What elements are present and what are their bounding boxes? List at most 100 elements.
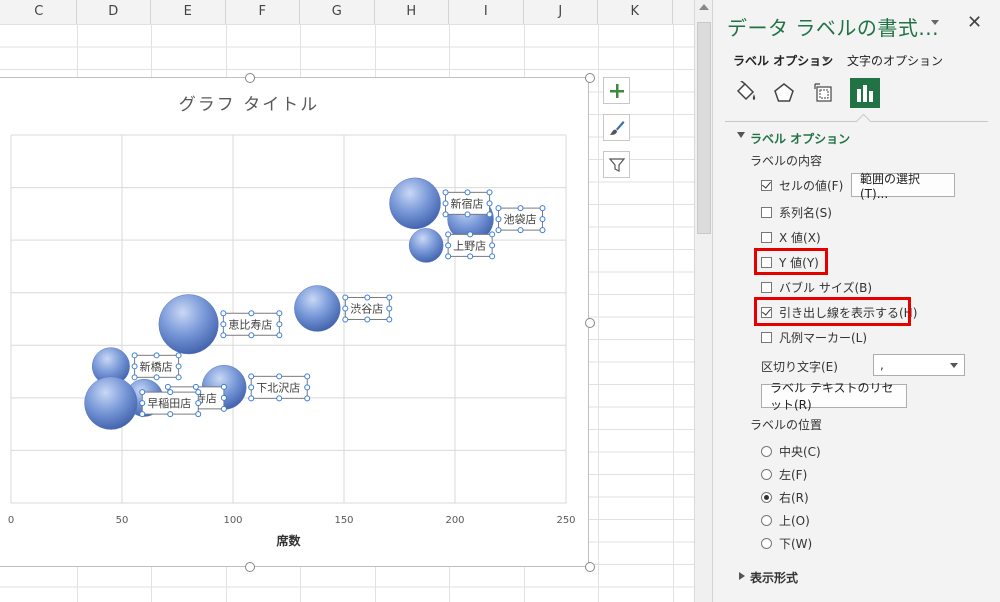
column-header-c[interactable]: C [2,0,77,24]
label-selection-handle[interactable] [517,227,524,234]
label-selection-handle[interactable] [489,242,496,249]
radio-above[interactable]: 上(O) [761,511,810,529]
tab-text-options[interactable]: 文字のオプション [847,52,943,69]
bubble[interactable] [294,285,341,332]
checkbox-series-name[interactable]: 系列名(S) [761,203,832,221]
label-selection-handle[interactable] [489,253,496,260]
label-selection-handle[interactable] [304,384,311,391]
column-header-j[interactable]: J [524,0,598,24]
vertical-scrollbar[interactable] [694,0,712,602]
label-selection-handle[interactable] [445,231,452,238]
data-label[interactable]: 恵比寿店 [228,317,272,331]
checkbox-legend-key[interactable]: 凡例マーカー(L) [761,328,867,346]
label-selection-handle[interactable] [153,352,160,359]
chevron-down-icon[interactable] [822,57,830,62]
bubble[interactable] [389,177,441,230]
plot-area[interactable]: 0 50 100 150 200 250 席数 新宿店池袋店上野店渋谷店恵比寿店新橋店下北沢店… [0,78,590,568]
label-selection-handle[interactable] [153,374,160,381]
chart-resize-handle-top[interactable] [245,73,255,83]
label-selection-handle[interactable] [464,189,471,196]
radio-below[interactable]: 下(W) [761,534,812,552]
label-selection-handle[interactable] [248,395,255,402]
label-selection-handle[interactable] [175,363,182,370]
expand-icon[interactable] [739,572,745,580]
label-selection-handle[interactable] [495,205,502,212]
format-data-labels-pane[interactable]: データ ラベルの書式... ✕ ラベル オプション 文字のオプション ラベル オ [712,0,1000,602]
label-selection-handle[interactable] [195,400,202,407]
data-label[interactable]: 上野店 [453,238,486,252]
label-selection-handle[interactable] [539,205,546,212]
x-axis-title[interactable]: 席数 [276,533,301,548]
select-range-button[interactable]: 範囲の選択(T)... [851,172,955,201]
bubble-chart[interactable]: グラフ タイトル 0 50 100 150 200 250 席数 新宿店 池袋店 上野店 渋谷店 恵比… [0,77,589,567]
chart-resize-handle-top-right[interactable] [585,73,595,83]
radio-button[interactable] [761,514,772,526]
label-selection-handle[interactable] [342,316,349,323]
label-selection-handle[interactable] [486,211,493,218]
label-selection-handle[interactable] [495,227,502,234]
column-header-g[interactable]: G [300,0,375,24]
data-label[interactable]: 渋谷店 [350,301,383,315]
fill-line-tab[interactable] [731,78,761,108]
label-selection-handle[interactable] [131,363,138,370]
label-selection-handle[interactable] [442,211,449,218]
separator-dropdown[interactable]: , [873,354,965,376]
chart-styles-button[interactable] [603,114,630,141]
label-selection-handle[interactable] [539,216,546,223]
checkbox[interactable] [761,231,772,243]
label-selection-handle[interactable] [467,253,474,260]
data-label[interactable]: 下北沢店 [256,380,300,394]
chart-elements-button[interactable] [603,77,630,104]
radio-button[interactable] [761,468,772,480]
column-header-h[interactable]: H [375,0,449,24]
bubble[interactable] [408,228,444,263]
size-properties-tab[interactable] [809,78,839,108]
chart-resize-handle-bottom-right[interactable] [585,562,595,572]
label-selection-handle[interactable] [220,321,227,328]
label-selection-handle[interactable] [495,216,502,223]
radio-button[interactable] [761,537,772,549]
label-selection-handle[interactable] [342,294,349,301]
radio-left[interactable]: 左(F) [761,465,807,483]
label-selection-handle[interactable] [248,332,255,339]
label-selection-handle[interactable] [445,242,452,249]
data-label[interactable]: 池袋店 [503,212,536,226]
section-label-options[interactable]: ラベル オプション [750,130,850,147]
label-selection-handle[interactable] [175,374,182,381]
checkbox-x-value[interactable]: X 値(X) [761,228,821,246]
label-selection-handle[interactable] [442,189,449,196]
radio-center[interactable]: 中央(C) [761,442,821,460]
label-selection-handle[interactable] [139,411,146,418]
label-selection-handle[interactable] [248,373,255,380]
label-selection-handle[interactable] [175,352,182,359]
label-selection-handle[interactable] [139,389,146,396]
chart-filters-button[interactable] [603,151,630,178]
reset-label-text-button[interactable]: ラベル テキストのリセット(R) [761,381,907,412]
chart-resize-handle-bottom[interactable] [245,562,255,572]
label-selection-handle[interactable] [342,305,349,312]
data-label[interactable]: 早稲田店 [147,396,191,410]
checkbox[interactable] [761,331,772,343]
label-selection-handle[interactable] [139,400,146,407]
label-selection-handle[interactable] [467,231,474,238]
effects-tab[interactable] [769,78,799,108]
radio-right[interactable]: 右(R) [761,488,809,506]
chart-resize-handle-right[interactable] [585,318,595,328]
data-label[interactable]: 新橋店 [140,359,173,373]
pane-options-dropdown-icon[interactable] [931,20,939,25]
label-selection-handle[interactable] [386,294,393,301]
tab-label-options[interactable]: ラベル オプション [733,52,833,69]
checkbox-cell-value[interactable]: セルの値(F) [761,176,843,194]
column-header-k[interactable]: K [598,0,673,24]
label-selection-handle[interactable] [248,310,255,317]
column-header-f[interactable]: F [226,0,300,24]
bubble[interactable] [84,376,138,430]
label-selection-handle[interactable] [304,373,311,380]
label-selection-handle[interactable] [220,405,227,412]
label-selection-handle[interactable] [195,411,202,418]
label-selection-handle[interactable] [304,395,311,402]
label-selection-handle[interactable] [486,189,493,196]
chevron-down-icon[interactable] [950,363,958,368]
column-header-e[interactable]: E [151,0,226,24]
label-selection-handle[interactable] [248,384,255,391]
